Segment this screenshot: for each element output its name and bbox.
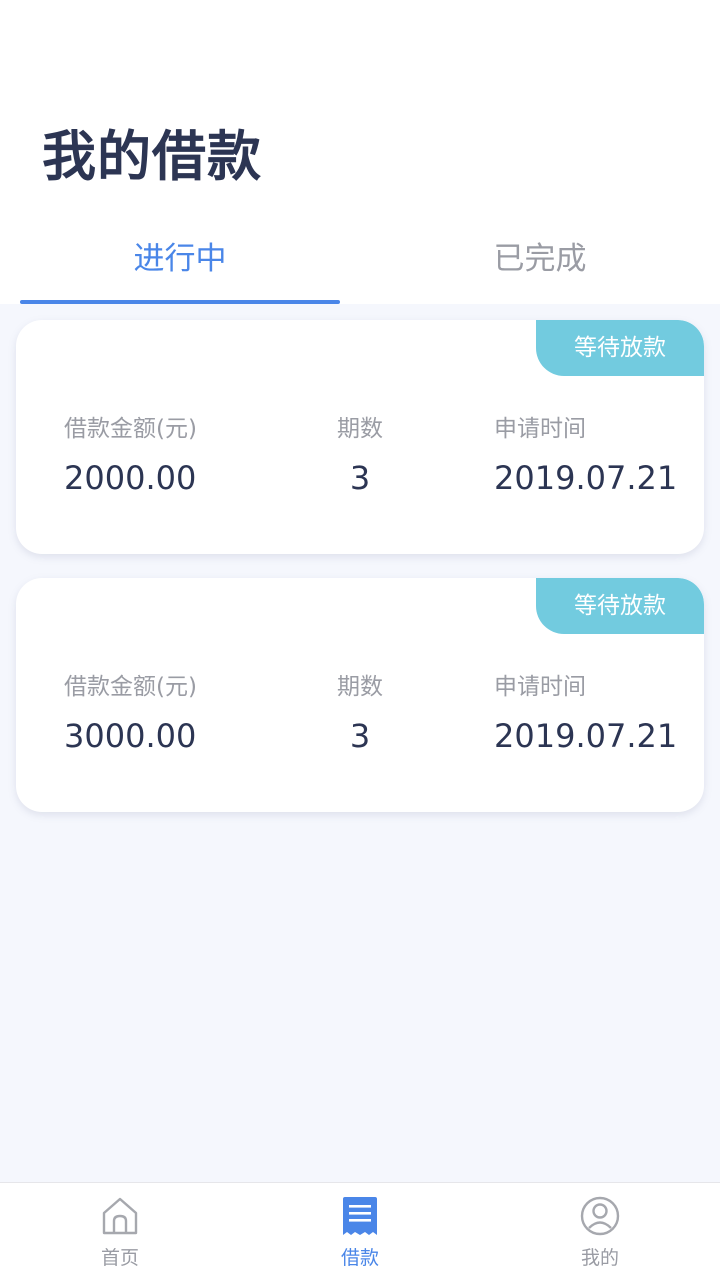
nav-label-mine: 我的 — [580, 1247, 619, 1269]
loan-date-value: 2019.07.21 — [494, 717, 678, 755]
receipt-icon — [343, 1197, 377, 1235]
nav-item-loan[interactable]: 借款 — [240, 1183, 480, 1280]
nav-item-home[interactable]: 首页 — [0, 1183, 240, 1280]
loan-term: 期数 3 — [336, 670, 384, 758]
tab-bar: 进行中 已完成 — [0, 230, 720, 304]
user-icon — [580, 1196, 620, 1236]
loan-term-value: 3 — [349, 717, 371, 755]
loan-date: 申请时间 2019.07.21 — [494, 670, 677, 758]
loan-amount: 借款金额(元) 3000.00 — [64, 670, 197, 758]
tab-ongoing[interactable]: 进行中 — [20, 230, 340, 304]
nav-item-mine[interactable]: 我的 — [480, 1183, 720, 1280]
header: 我的借款 进行中 已完成 — [0, 0, 720, 304]
loan-list: 等待放款 借款金额(元) 2000.00 期数 3 申请时间 2019.07.2… — [16, 320, 704, 836]
tab-completed[interactable]: 已完成 — [380, 230, 700, 304]
loan-term-label: 期数 — [337, 416, 383, 442]
loan-date-label: 申请时间 — [494, 416, 586, 442]
nav-label-home: 首页 — [100, 1247, 139, 1269]
loan-amount-label: 借款金额(元) — [64, 416, 197, 442]
loan-term: 期数 3 — [336, 412, 384, 500]
home-icon — [102, 1197, 138, 1235]
loan-date-label: 申请时间 — [494, 674, 586, 700]
app: 我的借款 进行中 已完成 等待放款 借款金额(元) 2000.00 期数 3 申… — [0, 0, 720, 1280]
loan-term-value: 3 — [349, 459, 371, 497]
loan-date: 申请时间 2019.07.21 — [494, 412, 677, 500]
bottom-nav: 首页 借款 我的 — [0, 1182, 720, 1280]
page-title: 我的借款 — [42, 125, 262, 188]
active-tab-indicator — [20, 300, 340, 304]
loan-amount-value: 3000.00 — [64, 717, 197, 755]
loan-card[interactable]: 等待放款 借款金额(元) 3000.00 期数 3 申请时间 2019.07.2… — [16, 578, 704, 812]
loan-amount: 借款金额(元) 2000.00 — [64, 412, 197, 500]
loan-term-label: 期数 — [337, 674, 383, 700]
loan-amount-label: 借款金额(元) — [64, 674, 197, 700]
loan-card[interactable]: 等待放款 借款金额(元) 2000.00 期数 3 申请时间 2019.07.2… — [16, 320, 704, 554]
status-badge: 等待放款 — [536, 320, 704, 376]
nav-label-loan: 借款 — [340, 1247, 379, 1269]
loan-date-value: 2019.07.21 — [494, 459, 678, 497]
status-badge: 等待放款 — [536, 578, 704, 634]
loan-amount-value: 2000.00 — [64, 459, 197, 497]
